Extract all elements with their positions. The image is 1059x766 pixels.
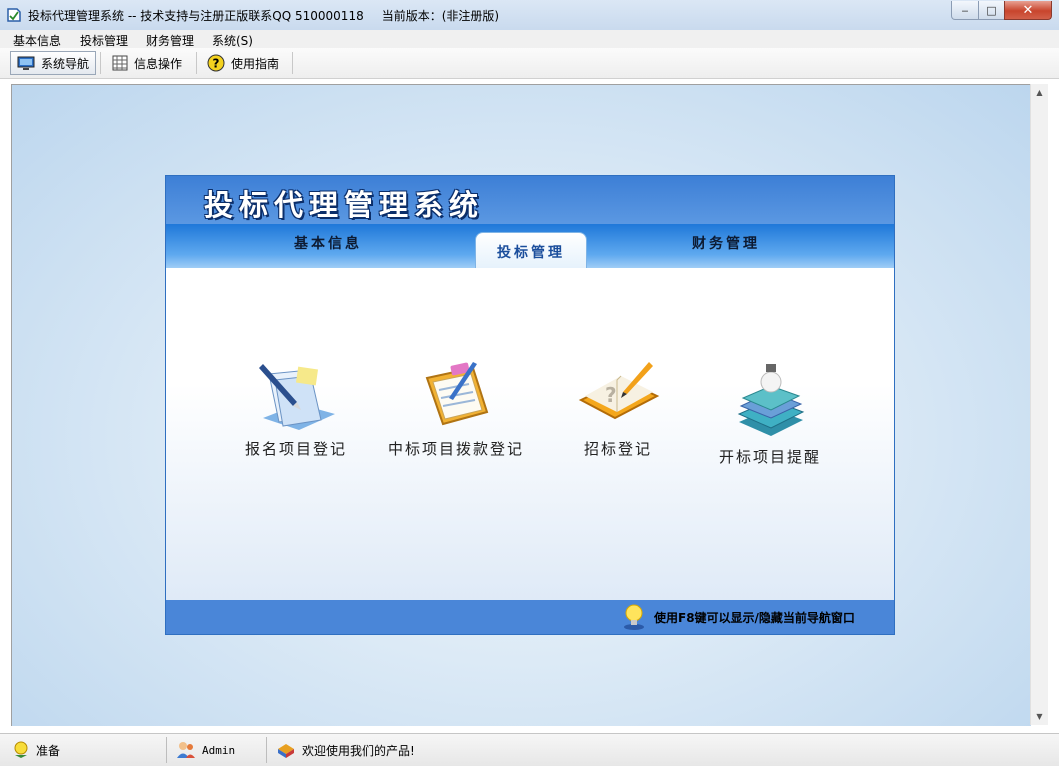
window-title-text: 投标代理管理系统 -- 技术支持与注册正版联系QQ 510000118 [28,9,364,23]
title-bar: 投标代理管理系统 -- 技术支持与注册正版联系QQ 510000118 当前版本：… [0,0,1059,31]
menu-system[interactable]: 系统(S) [212,32,253,49]
launcher-tender-registration-label: 招标登记 [583,440,652,458]
status-bar: 准备 Admin 欢迎使用我们的产品! [0,733,1059,766]
panel-title: 投标代理管理系统 [204,188,485,222]
tab-bid-management[interactable]: 投标管理 [475,232,587,268]
system-nav-label: 系统导航 [40,56,89,71]
user-icon [177,742,195,758]
panel-body: 报名项目登记 中标项目拨款登记 ? 招标登记 开标项目提醒 [166,268,894,600]
help-icon: ? [207,54,225,72]
toolbar-separator [196,52,197,74]
document-pen-icon [259,364,335,430]
close-button[interactable]: ✕ [1004,1,1052,20]
user-guide-button[interactable]: ? 使用指南 [201,51,285,75]
status-message: 欢迎使用我们的产品! [268,739,568,761]
bulb-status-icon [14,741,28,758]
status-user: Admin [168,739,264,761]
launcher-registration-label: 报名项目登记 [244,440,347,458]
monitor-icon [17,56,35,70]
version-label: 当前版本：(非注册版) [381,9,500,23]
svg-text:?: ? [605,383,617,407]
status-state: 准备 [4,739,164,761]
scroll-down-icon[interactable]: ▼ [1031,708,1048,725]
tab-basic-info[interactable]: 基本信息 [294,233,362,253]
launcher-registration[interactable]: 报名项目登记 [226,360,366,459]
status-separator [166,737,167,763]
clipboard-icon [425,362,489,426]
status-state-text: 准备 [36,743,61,758]
maximize-icon: □ [986,3,997,17]
vertical-scrollbar[interactable]: ▲ ▼ [1030,84,1048,725]
panel-footer: 使用F8键可以显示/隐藏当前导航窗口 [166,600,894,634]
panel-tabbar: 基本信息 投标管理 财务管理 [166,224,894,268]
menu-bar: 基本信息 投标管理 财务管理 系统(S) [0,30,1059,48]
status-user-text: Admin [202,743,236,757]
launcher-opening-reminder-label: 开标项目提醒 [718,448,821,466]
launcher-award-payment[interactable]: 中标项目拨款登记 [386,360,526,459]
scroll-up-icon[interactable]: ▲ [1031,84,1048,101]
launcher-award-payment-label: 中标项目拨款登记 [387,440,524,458]
status-separator [266,737,267,763]
minimize-icon: ‒ [961,3,969,17]
minimize-button[interactable]: ‒ [951,1,979,20]
notebook-pencil-icon: ? [578,362,660,420]
toolbar-separator [100,52,101,74]
books-bulb-icon [737,364,805,436]
navigation-panel: 投标代理管理系统 基本信息 投标管理 财务管理 报名项目登记 中标项目拨款登记 … [165,175,895,635]
app-icon [7,8,21,22]
panel-header: 投标代理管理系统 [166,176,894,224]
svg-text:?: ? [213,57,220,71]
user-guide-label: 使用指南 [231,56,280,71]
close-icon: ✕ [1022,2,1034,18]
menu-bid-management[interactable]: 投标管理 [80,32,128,49]
info-ops-button[interactable]: 信息操作 [106,51,188,75]
window-title: 投标代理管理系统 -- 技术支持与注册正版联系QQ 510000118 当前版本：… [28,7,499,24]
launcher-tender-registration[interactable]: ? 招标登记 [548,360,688,459]
tab-finance[interactable]: 财务管理 [692,233,760,253]
status-message-text: 欢迎使用我们的产品! [302,743,415,758]
launcher-opening-reminder[interactable]: 开标项目提醒 [700,360,840,467]
f8-hint: 使用F8键可以显示/隐藏当前导航窗口 [654,611,855,625]
menu-basic-info[interactable]: 基本信息 [13,32,61,49]
info-ops-label: 信息操作 [134,56,183,71]
grid-icon [112,55,128,71]
lightbulb-icon [624,604,644,630]
system-nav-button[interactable]: 系统导航 [10,51,96,75]
toolbar: 系统导航 信息操作 ? 使用指南 [0,48,1059,79]
toolbar-separator [292,52,293,74]
menu-finance[interactable]: 财务管理 [146,32,194,49]
maximize-button[interactable]: □ [978,1,1005,20]
product-icon [278,744,294,758]
